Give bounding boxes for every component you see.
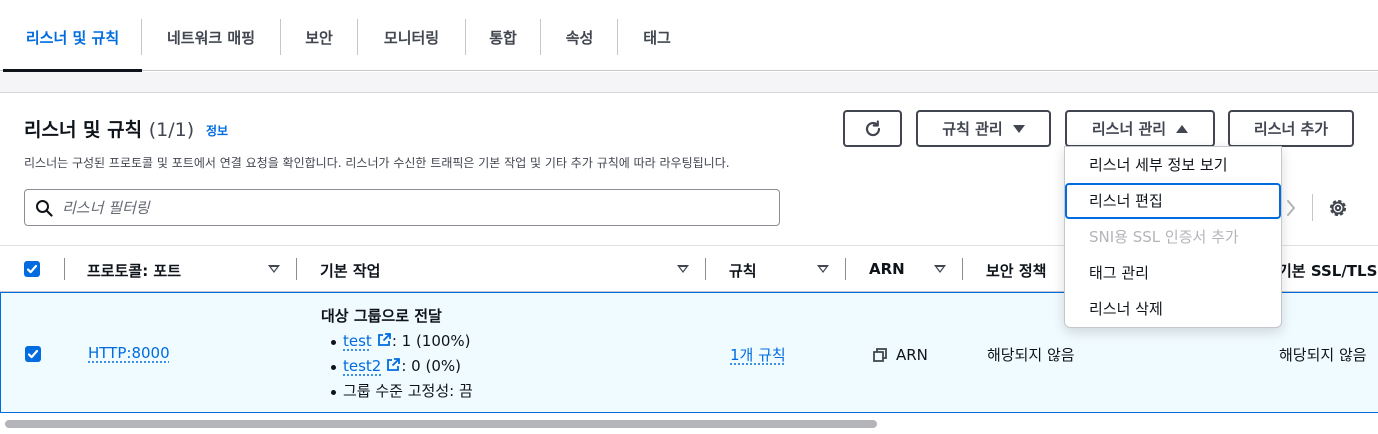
listener-count: (1/1) <box>148 119 195 141</box>
toolbar-divider <box>1312 194 1313 221</box>
panel-description: 리스너는 구성된 프로토콜 및 포트에서 연결 요청을 확인합니다. 리스너가 … <box>24 156 730 170</box>
rules-link[interactable]: 1개 규칙 <box>730 344 786 365</box>
add-listener-label: 리스너 추가 <box>1253 120 1329 138</box>
target-group-link[interactable]: test <box>343 332 372 350</box>
security-policy-value: 해당되지 않음 <box>987 346 1075 364</box>
horizontal-scrollbar[interactable] <box>0 414 1378 434</box>
select-all-checkbox[interactable] <box>24 261 40 277</box>
panel-title: 리스너 및 규칙 <box>24 119 143 141</box>
header-arn[interactable]: ARN <box>869 260 905 278</box>
scroll-thumb[interactable] <box>5 420 877 428</box>
header-default-action[interactable]: 기본 작업 <box>320 260 380 281</box>
tab-security[interactable]: 보안 <box>281 0 357 71</box>
caret-up-icon <box>1176 124 1189 133</box>
header-rules[interactable]: 규칙 <box>729 260 757 281</box>
check-icon <box>27 349 39 359</box>
refresh-button[interactable] <box>843 110 902 147</box>
sort-icon[interactable] <box>268 265 280 273</box>
column-divider <box>296 258 297 280</box>
external-link-icon[interactable] <box>376 332 392 348</box>
tab-monitoring[interactable]: 모니터링 <box>358 0 465 71</box>
manage-listener-menu: 리스너 세부 정보 보기 리스너 편집 SNI용 SSL 인증서 추가 태그 관… <box>1064 146 1282 328</box>
arn-label: ARN <box>896 346 928 364</box>
external-link-icon[interactable] <box>385 357 401 373</box>
tab-tags[interactable]: 태그 <box>618 0 696 71</box>
target-weight: : 1 (100%) <box>391 332 471 350</box>
column-divider <box>962 258 963 280</box>
list-item: test : 1 (100%) <box>329 329 473 354</box>
list-item: test2 : 0 (0%) <box>329 354 473 379</box>
stickiness-text: 그룹 수준 고정성: 끔 <box>343 382 473 400</box>
column-divider <box>705 258 706 280</box>
default-ssl-value: 해당되지 않음 <box>1279 346 1367 364</box>
page-title: 리스너 및 규칙 (1/1) <box>24 115 194 142</box>
target-group-link[interactable]: test2 <box>343 357 381 375</box>
info-link[interactable]: 정보 <box>206 122 228 139</box>
header-security-policy[interactable]: 보안 정책 <box>986 260 1046 281</box>
refresh-icon <box>865 119 880 136</box>
menu-item-delete-listener[interactable]: 리스너 삭제 <box>1065 291 1281 327</box>
sort-icon[interactable] <box>817 265 829 273</box>
tab-integrations[interactable]: 통합 <box>466 0 540 71</box>
search-input[interactable] <box>62 196 762 220</box>
tab-attributes[interactable]: 속성 <box>541 0 618 71</box>
column-divider <box>64 258 65 280</box>
header-protocol-port[interactable]: 프로토콜: 포트 <box>87 260 181 281</box>
manage-rules-button[interactable]: 규칙 관리 <box>916 110 1051 147</box>
sort-icon[interactable] <box>677 265 689 273</box>
column-divider <box>845 258 846 280</box>
menu-item-view-details[interactable]: 리스너 세부 정보 보기 <box>1065 147 1281 183</box>
check-icon <box>26 264 38 274</box>
menu-item-add-sni-certificate: SNI용 SSL 인증서 추가 <box>1089 228 1239 246</box>
menu-item-edit-listener[interactable]: 리스너 편집 <box>1065 183 1281 219</box>
arn-copy[interactable]: ARN <box>872 346 928 364</box>
gear-icon[interactable] <box>1327 197 1349 219</box>
copy-icon[interactable] <box>872 347 888 363</box>
tab-bar: 리스너 및 규칙 네트워크 매핑 보안 모니터링 통합 속성 태그 <box>0 0 1378 72</box>
listener-link[interactable]: HTTP:8000 <box>88 344 170 362</box>
header-default-ssl[interactable]: 기본 SSL/TLS <box>1278 260 1377 281</box>
menu-item-manage-tags[interactable]: 태그 관리 <box>1065 255 1281 291</box>
manage-listener-button[interactable]: 리스너 관리 <box>1065 110 1215 147</box>
tab-listeners-and-rules[interactable]: 리스너 및 규칙 <box>3 0 142 72</box>
row-checkbox[interactable] <box>25 346 41 362</box>
search-icon <box>36 200 53 217</box>
target-group-list: test : 1 (100%) test2 : 0 (0%) 그룹 수준 고정성: … <box>329 329 473 404</box>
target-weight: : 0 (0%) <box>401 357 461 375</box>
manage-rules-label: 규칙 관리 <box>942 120 1003 138</box>
sort-icon[interactable] <box>934 265 946 273</box>
tab-network-mapping[interactable]: 네트워크 매핑 <box>142 0 280 71</box>
add-listener-button[interactable]: 리스너 추가 <box>1228 110 1354 147</box>
manage-listener-label: 리스너 관리 <box>1091 120 1167 138</box>
chevron-right-icon[interactable] <box>1286 199 1296 217</box>
list-item: 그룹 수준 고정성: 끔 <box>329 379 473 404</box>
default-action-title: 대상 그룹으로 전달 <box>321 307 442 325</box>
listener-filter <box>24 189 780 226</box>
caret-down-icon <box>1012 124 1025 133</box>
section-gap <box>0 72 1378 92</box>
